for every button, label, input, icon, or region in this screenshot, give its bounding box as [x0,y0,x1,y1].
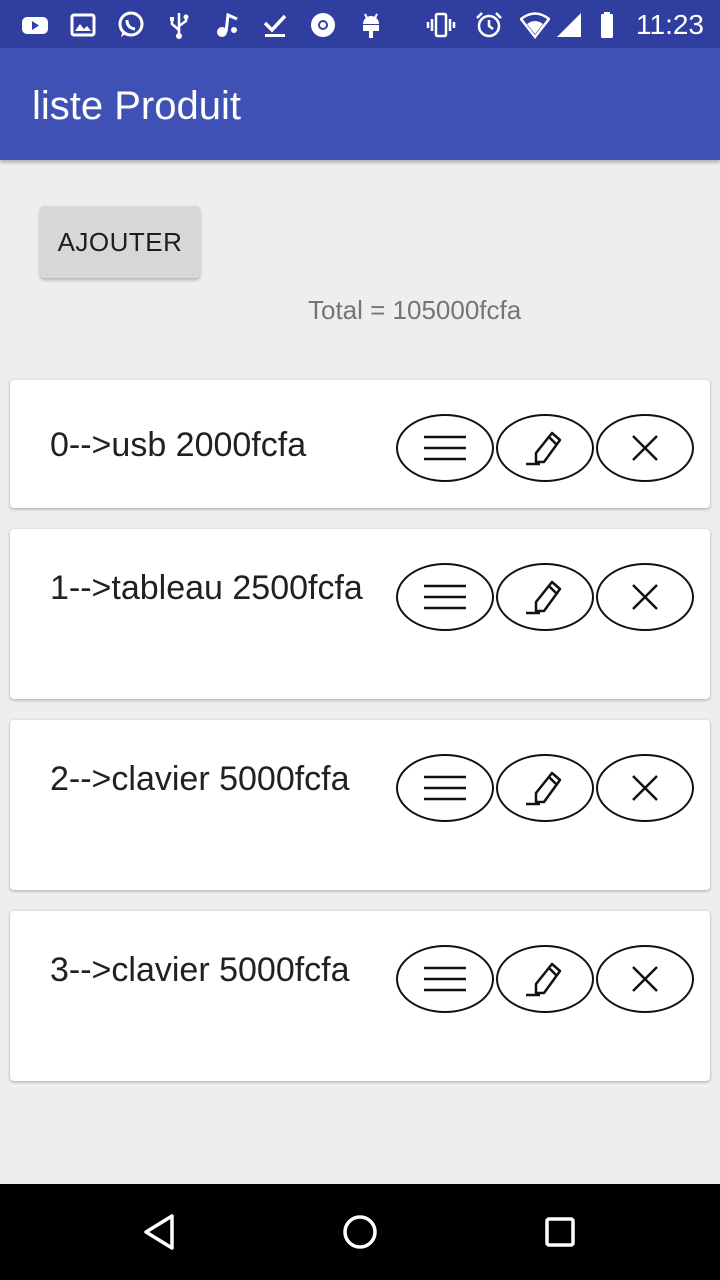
edit-button[interactable] [496,563,594,631]
edit-icon [526,771,562,806]
product-label: 3-->clavier 5000fcfa [50,951,350,989]
app-bar: liste Produit [0,48,720,160]
page-title: liste Produit [32,84,241,128]
vibrate-icon [424,8,458,42]
back-button[interactable] [136,1208,184,1256]
add-button[interactable]: AJOUTER [40,206,200,278]
close-icon [632,966,658,992]
status-time: 11:23 [636,9,704,40]
product-card: 0-->usb 2000fcfa [10,380,710,508]
details-button[interactable] [396,945,494,1013]
navigation-bar [0,1184,720,1280]
close-icon [632,584,658,610]
youtube-icon [18,8,52,42]
edit-icon [526,580,562,615]
music-icon [210,8,244,42]
image-icon [66,8,100,42]
details-button[interactable] [396,754,494,822]
menu-icon [424,584,466,610]
menu-icon [424,966,466,992]
alarm-icon [472,8,506,42]
recents-button[interactable] [536,1208,584,1256]
close-icon [632,435,658,461]
download-done-icon [258,8,292,42]
product-card: 1-->tableau 2500fcfa [10,529,710,699]
product-label: 0-->usb 2000fcfa [50,426,307,464]
back-icon [144,1214,174,1250]
product-card: 2-->clavier 5000fcfa [10,720,710,890]
android-icon [354,8,388,42]
recents-icon [545,1217,575,1247]
product-label: 1-->tableau 2500fcfa [50,569,363,607]
signal-icon [552,8,586,42]
edit-button[interactable] [496,945,594,1013]
product-label: 2-->clavier 5000fcfa [50,760,350,798]
menu-icon [424,775,466,801]
close-icon [632,775,658,801]
details-button[interactable] [396,563,494,631]
delete-button[interactable] [596,945,694,1013]
home-icon [343,1215,377,1249]
delete-button[interactable] [596,414,694,482]
delete-button[interactable] [596,754,694,822]
edit-button[interactable] [496,414,594,482]
edit-icon [526,431,562,466]
total-label: Total = 105000fcfa [308,295,522,325]
chrome-icon [306,8,340,42]
whatsapp-icon [114,8,148,42]
wifi-icon [518,8,552,42]
usb-icon [162,8,196,42]
delete-button[interactable] [596,563,694,631]
menu-icon [424,435,466,461]
product-card: 3-->clavier 5000fcfa [10,911,710,1081]
details-button[interactable] [396,414,494,482]
status-bar: 11:23 [0,0,720,48]
home-button[interactable] [336,1208,384,1256]
battery-icon [590,8,624,42]
edit-button[interactable] [496,754,594,822]
edit-icon [526,962,562,997]
